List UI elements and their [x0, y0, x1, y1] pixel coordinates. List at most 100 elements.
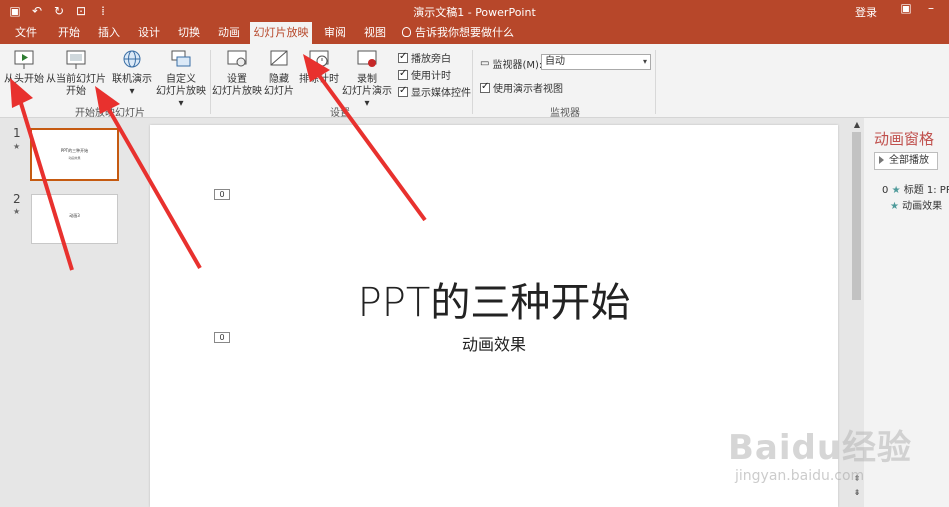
tab-file[interactable]: 文件	[8, 22, 44, 44]
hide-slide-button[interactable]: 隐藏 幻灯片	[264, 48, 294, 98]
slideshow-current-icon	[66, 50, 86, 69]
group-separator	[210, 50, 211, 114]
from-start-button[interactable]: 从头开始	[2, 48, 46, 86]
group-separator	[472, 50, 473, 114]
custom-label-2: 幻灯片放映	[156, 86, 206, 97]
online-present-label: 联机演示	[112, 74, 152, 85]
tab-animations[interactable]: 动画	[212, 22, 246, 44]
lightbulb-icon	[402, 27, 411, 37]
scrollbar-thumb[interactable]	[852, 132, 861, 300]
setup-label-1: 设置	[227, 74, 247, 85]
from-current-label-1: 从当前幻灯片	[46, 74, 106, 85]
slide-number: 2	[13, 192, 21, 206]
from-current-label-2: 开始	[66, 86, 86, 97]
clock-icon	[309, 50, 329, 67]
animation-star-icon: ★	[13, 207, 21, 216]
checkbox-box[interactable]	[398, 68, 408, 80]
animation-pane-title: 动画窗格	[874, 130, 935, 148]
checkbox-label: 使用计时	[411, 71, 451, 82]
checkbox-label: 显示媒体控件	[411, 88, 471, 99]
animation-item-number: 0	[882, 185, 889, 196]
record-label-2: 幻灯片演示	[342, 86, 392, 97]
slide-number: 1	[13, 126, 21, 140]
slideshow-play-icon	[14, 50, 34, 69]
setup-slideshow-icon	[227, 50, 247, 67]
dropdown-arrow-icon: ▾	[129, 86, 135, 97]
group-label-monitor: 监视器	[550, 108, 580, 119]
play-all-button[interactable]: 全部播放	[874, 152, 938, 170]
slide-title[interactable]: PPT的三种开始	[150, 270, 838, 328]
monitor-icon: ▭	[480, 58, 490, 69]
next-slide-icon[interactable]: ⇟	[852, 488, 862, 498]
thumb-title: PPT的三种开始	[60, 148, 89, 153]
online-present-button[interactable]: 联机演示 ▾	[110, 48, 154, 98]
globe-icon	[123, 50, 141, 68]
play-all-label: 全部播放	[889, 155, 929, 166]
from-start-label: 从头开始	[4, 74, 44, 85]
setup-label-2: 幻灯片放映	[212, 86, 262, 97]
custom-slideshow-icon	[171, 50, 191, 67]
checkbox-label: 播放旁白	[411, 54, 451, 65]
checkbox-presenter-view[interactable]: 使用演示者视图	[480, 80, 563, 95]
tab-design[interactable]: 设计	[132, 22, 166, 44]
tab-home[interactable]: 开始	[52, 22, 86, 44]
hide-label-2: 幻灯片	[264, 86, 294, 97]
animation-list-item[interactable]: ★ 动画效果	[890, 197, 942, 212]
entrance-star-icon: ★	[891, 185, 901, 196]
tell-me-search[interactable]: 告诉我你想要做什么	[402, 22, 514, 44]
record-icon	[357, 50, 377, 67]
record-label-1: 录制	[357, 74, 377, 85]
checkbox-box[interactable]	[398, 85, 408, 97]
title-bar: ▣ ↶ ↻ ⊡ ⁞ 演示文稿1 - PowerPoint 登录 ▣ –	[0, 0, 949, 22]
hide-slide-icon	[270, 50, 288, 66]
setup-slideshow-button[interactable]: 设置 幻灯片放映	[212, 48, 262, 98]
hide-label-1: 隐藏	[269, 74, 289, 85]
thumb-subtitle: 动画效果	[68, 156, 81, 160]
tab-slideshow[interactable]: 幻灯片放映	[250, 22, 312, 44]
custom-slideshow-button[interactable]: 自定义 幻灯片放映▾	[156, 48, 206, 110]
animation-item-label: 标题 1: PPT	[903, 185, 949, 196]
checkbox-play-narration[interactable]: 播放旁白	[398, 50, 451, 65]
custom-label-1: 自定义	[166, 74, 196, 85]
tab-transitions[interactable]: 切换	[172, 22, 206, 44]
login-link[interactable]: 登录	[855, 4, 877, 20]
monitor-select[interactable]: 自动 ▾	[541, 54, 651, 70]
group-label-start: 开始放映幻灯片	[75, 108, 145, 119]
slide-subtitle[interactable]: 动画效果	[150, 331, 838, 355]
group-label-setup: 设置	[330, 108, 350, 119]
window-title: 演示文稿1 - PowerPoint	[413, 6, 536, 19]
thumb-title: 动画3	[69, 213, 80, 218]
animation-order-tag[interactable]: 0	[214, 189, 230, 200]
checkbox-use-timings[interactable]: 使用计时	[398, 67, 451, 82]
checkbox-box[interactable]	[480, 81, 490, 93]
watermark-url: jingyan.baidu.com	[735, 468, 865, 484]
animation-star-icon: ★	[13, 142, 21, 151]
scroll-up-icon[interactable]: ▲	[852, 120, 862, 130]
animation-list-item[interactable]: 0 ★ 标题 1: PPT	[882, 181, 949, 196]
tell-me-label: 告诉我你想要做什么	[415, 26, 514, 39]
rehearse-label: 排练计时	[299, 74, 339, 85]
tab-insert[interactable]: 插入	[92, 22, 126, 44]
baidu-watermark: Baidu经验	[728, 428, 913, 468]
group-separator	[655, 50, 656, 114]
minimize-icon[interactable]: –	[921, 1, 941, 15]
tab-review[interactable]: 审阅	[318, 22, 352, 44]
ribbon: 从头开始 从当前幻灯片 开始 联机演示 ▾ 自定义 幻灯片放映▾ 开始放映幻灯片…	[0, 44, 949, 119]
rehearse-timings-button[interactable]: 排练计时	[298, 48, 340, 86]
ribbon-display-icon[interactable]: ▣	[896, 1, 916, 15]
monitor-value: 自动	[545, 56, 565, 67]
slide-thumbnail-2[interactable]: 动画3	[31, 194, 118, 244]
tab-view[interactable]: 视图	[358, 22, 392, 44]
checkbox-show-media-controls[interactable]: 显示媒体控件	[398, 84, 471, 99]
monitor-label: 监视器(M):	[492, 60, 543, 71]
checkbox-label: 使用演示者视图	[493, 84, 563, 95]
monitor-label-row: ▭ 监视器(M):	[480, 56, 542, 71]
from-current-button[interactable]: 从当前幻灯片 开始	[46, 48, 106, 98]
ribbon-tabs: 文件 开始 插入 设计 切换 动画 幻灯片放映 审阅 视图 告诉我你想要做什么	[0, 22, 949, 44]
record-slideshow-button[interactable]: 录制 幻灯片演示▾	[340, 48, 394, 110]
chevron-down-icon: ▾	[642, 57, 647, 66]
entrance-star-icon: ★	[890, 201, 899, 212]
checkbox-box[interactable]	[398, 51, 408, 63]
slide-thumbnail-1[interactable]: PPT的三种开始 动画效果	[30, 128, 119, 181]
play-icon	[879, 156, 884, 164]
